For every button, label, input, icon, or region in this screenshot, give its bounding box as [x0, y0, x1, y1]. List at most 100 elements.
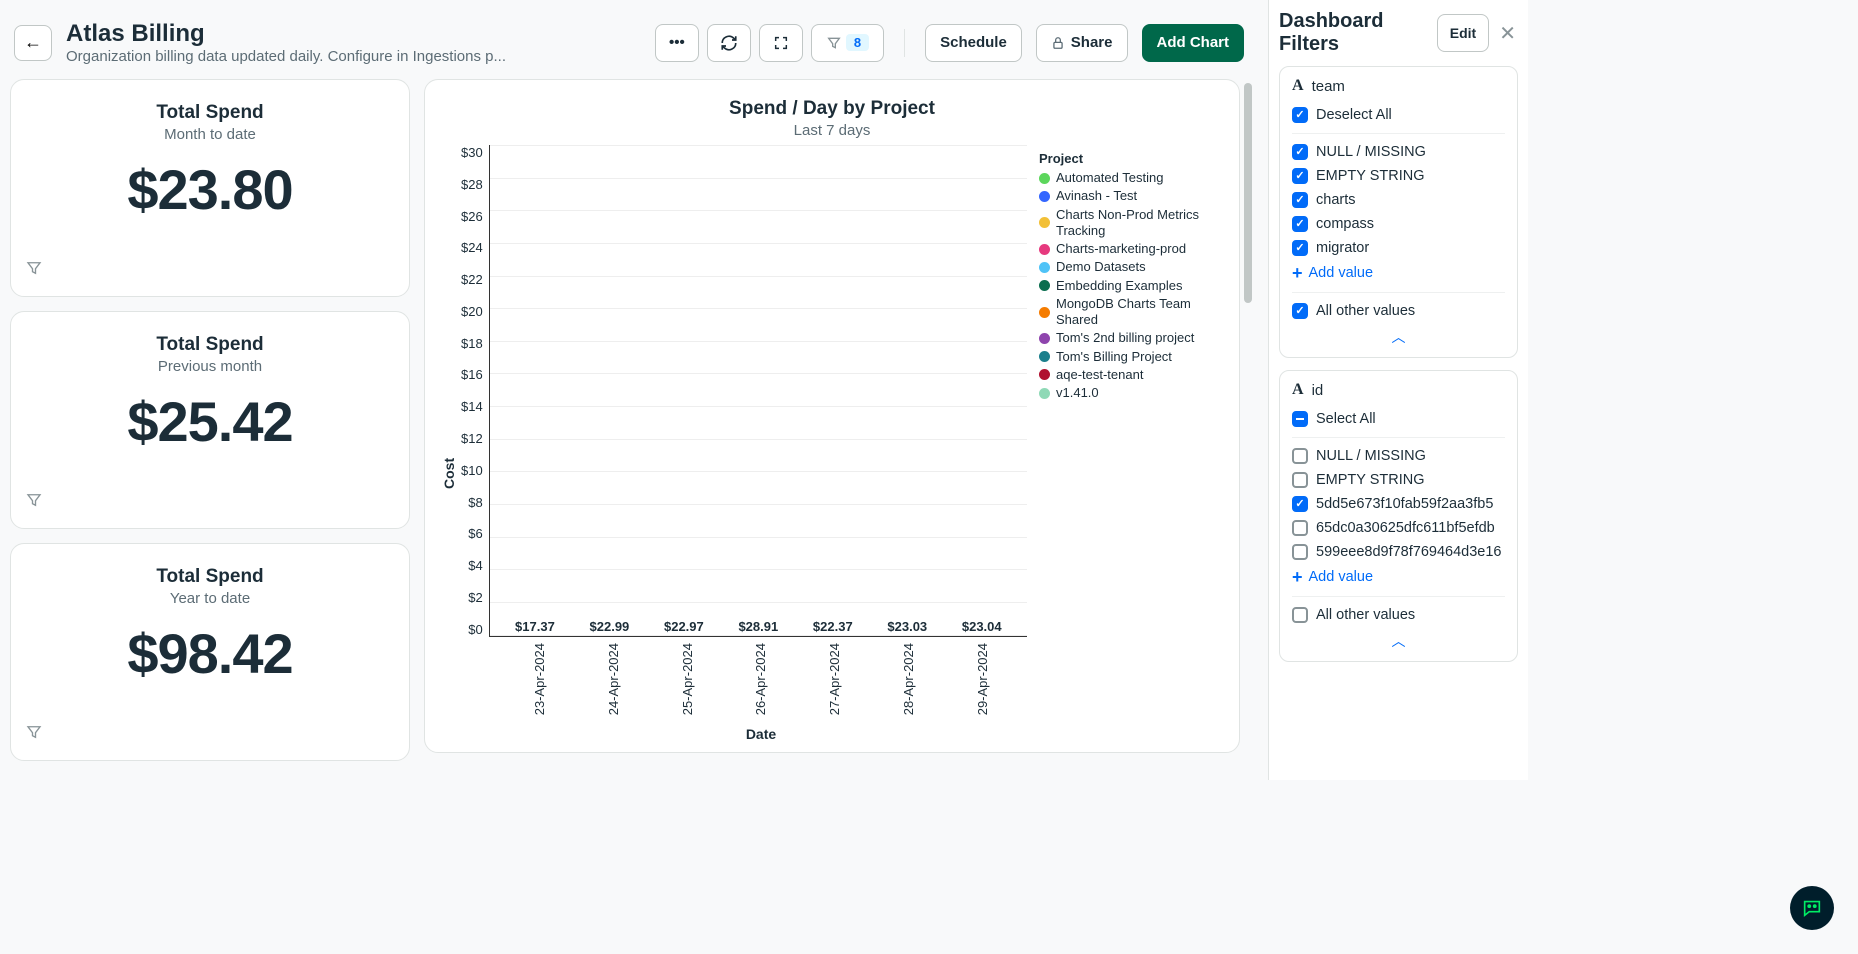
- filter-option[interactable]: NULL / MISSING: [1292, 140, 1505, 164]
- legend-item[interactable]: Charts Non-Prod Metrics Tracking: [1039, 207, 1223, 240]
- chart-legend: Project Automated TestingAvinash - TestC…: [1027, 145, 1227, 742]
- filter-option[interactable]: 599eee8d9f78f769464d3e16: [1292, 540, 1505, 564]
- filter-select-all-label: Deselect All: [1316, 107, 1392, 123]
- legend-item[interactable]: Demo Datasets: [1039, 259, 1223, 275]
- bar-total-label: $28.91: [738, 619, 778, 634]
- legend-swatch: [1039, 388, 1050, 399]
- kpi-value: $25.42: [127, 389, 292, 454]
- checkbox-icon: [1292, 411, 1308, 427]
- filter-select-all[interactable]: Deselect All: [1292, 103, 1505, 127]
- checkbox-icon: [1292, 544, 1308, 560]
- filter-all-other-label: All other values: [1316, 607, 1415, 623]
- filter-icon[interactable]: [25, 491, 43, 514]
- filter-field-header: A id: [1292, 381, 1505, 399]
- x-tick-label: 25-Apr-2024: [680, 643, 695, 715]
- text-type-icon: A: [1292, 381, 1304, 399]
- filters-edit-button[interactable]: Edit: [1437, 14, 1489, 52]
- more-button[interactable]: •••: [655, 24, 699, 62]
- filter-icon[interactable]: [25, 259, 43, 282]
- share-button[interactable]: Share: [1036, 24, 1128, 62]
- y-axis-label: Cost: [437, 145, 461, 742]
- x-tick-label: 29-Apr-2024: [975, 643, 990, 715]
- filter-option[interactable]: EMPTY STRING: [1292, 468, 1505, 492]
- filters-button[interactable]: 8: [811, 24, 884, 62]
- text-type-icon: A: [1292, 77, 1304, 95]
- legend-label: aqe-test-tenant: [1056, 367, 1143, 383]
- bar-total-label: $23.03: [887, 619, 927, 634]
- checkbox-icon: [1292, 216, 1308, 232]
- x-tick-label: 23-Apr-2024: [532, 643, 547, 715]
- filter-select-all[interactable]: Select All: [1292, 407, 1505, 431]
- x-tick-label: 28-Apr-2024: [901, 643, 916, 715]
- filter-icon[interactable]: [25, 723, 43, 746]
- bar-total-label: $23.04: [962, 619, 1002, 634]
- filter-option[interactable]: 5dd5e673f10fab59f2aa3fb5: [1292, 492, 1505, 516]
- filter-option-label: EMPTY STRING: [1316, 168, 1425, 184]
- legend-item[interactable]: Automated Testing: [1039, 170, 1223, 186]
- filter-option-label: EMPTY STRING: [1316, 472, 1425, 488]
- filter-option-label: 599eee8d9f78f769464d3e16: [1316, 544, 1501, 560]
- checkbox-icon: [1292, 168, 1308, 184]
- close-icon[interactable]: ✕: [1497, 21, 1518, 46]
- fullscreen-button[interactable]: [759, 24, 803, 62]
- legend-swatch: [1039, 369, 1050, 380]
- legend-label: Embedding Examples: [1056, 278, 1182, 294]
- filter-option-label: 65dc0a30625dfc611bf5efdb: [1316, 520, 1495, 536]
- kpi-subtitle: Year to date: [170, 590, 250, 607]
- legend-item[interactable]: aqe-test-tenant: [1039, 367, 1223, 383]
- bar-group: $17.37: [507, 619, 563, 636]
- page-title: Atlas Billing: [66, 20, 506, 48]
- bar-total-label: $17.37: [515, 619, 555, 634]
- filter-field-name: id: [1312, 382, 1324, 399]
- schedule-button[interactable]: Schedule: [925, 24, 1022, 62]
- bars-area: $17.37$22.99$22.97$28.91$22.37$23.03$23.…: [490, 145, 1027, 636]
- bar-group: $22.97: [656, 619, 712, 636]
- legend-swatch: [1039, 217, 1050, 228]
- filter-option[interactable]: migrator: [1292, 236, 1505, 260]
- filter-option[interactable]: 65dc0a30625dfc611bf5efdb: [1292, 516, 1505, 540]
- filter-option-label: NULL / MISSING: [1316, 144, 1426, 160]
- legend-item[interactable]: MongoDB Charts Team Shared: [1039, 296, 1223, 329]
- legend-item[interactable]: Embedding Examples: [1039, 278, 1223, 294]
- x-tick-label: 27-Apr-2024: [827, 643, 842, 715]
- add-value-button[interactable]: + Add value: [1292, 564, 1505, 590]
- legend-item[interactable]: Tom's 2nd billing project: [1039, 330, 1223, 346]
- filter-option[interactable]: EMPTY STRING: [1292, 164, 1505, 188]
- legend-swatch: [1039, 280, 1050, 291]
- collapse-toggle[interactable]: ︿: [1292, 627, 1505, 651]
- legend-item[interactable]: Tom's Billing Project: [1039, 349, 1223, 365]
- legend-swatch: [1039, 351, 1050, 362]
- filters-panel-title: Dashboard Filters: [1279, 10, 1429, 56]
- legend-item[interactable]: Avinash - Test: [1039, 188, 1223, 204]
- legend-label: v1.41.0: [1056, 385, 1099, 401]
- filter-all-other[interactable]: All other values: [1292, 299, 1505, 323]
- filter-option-label: migrator: [1316, 240, 1369, 256]
- legend-item[interactable]: v1.41.0: [1039, 385, 1223, 401]
- filter-option[interactable]: NULL / MISSING: [1292, 444, 1505, 468]
- kpi-title: Total Spend: [156, 566, 263, 588]
- legend-item[interactable]: Charts-marketing-prod: [1039, 241, 1223, 257]
- back-button[interactable]: ←: [14, 25, 52, 61]
- filter-icon: [826, 35, 842, 51]
- filters-panel: Dashboard Filters Edit ✕ A team Deselect…: [1268, 0, 1528, 780]
- checkbox-icon: [1292, 607, 1308, 623]
- filter-field-header: A team: [1292, 77, 1505, 95]
- bar-group: $23.04: [954, 619, 1010, 636]
- legend-swatch: [1039, 173, 1050, 184]
- filter-option[interactable]: compass: [1292, 212, 1505, 236]
- scrollbar[interactable]: [1244, 79, 1254, 766]
- legend-label: MongoDB Charts Team Shared: [1056, 296, 1223, 329]
- kpi-value: $23.80: [127, 157, 292, 222]
- chart-subtitle: Last 7 days: [437, 122, 1227, 139]
- x-tick-label: 26-Apr-2024: [753, 643, 768, 715]
- filter-option[interactable]: charts: [1292, 188, 1505, 212]
- collapse-toggle[interactable]: ︿: [1292, 323, 1505, 347]
- checkbox-icon: [1292, 107, 1308, 123]
- add-value-button[interactable]: + Add value: [1292, 260, 1505, 286]
- support-chat-button[interactable]: [1790, 886, 1834, 930]
- y-ticks: $30$28$26$24$22$20$18$16$14$12$10$8$6$4$…: [461, 145, 489, 637]
- refresh-button[interactable]: [707, 24, 751, 62]
- filter-option-label: 5dd5e673f10fab59f2aa3fb5: [1316, 496, 1493, 512]
- add-chart-button[interactable]: Add Chart: [1142, 24, 1245, 62]
- filter-all-other[interactable]: All other values: [1292, 603, 1505, 627]
